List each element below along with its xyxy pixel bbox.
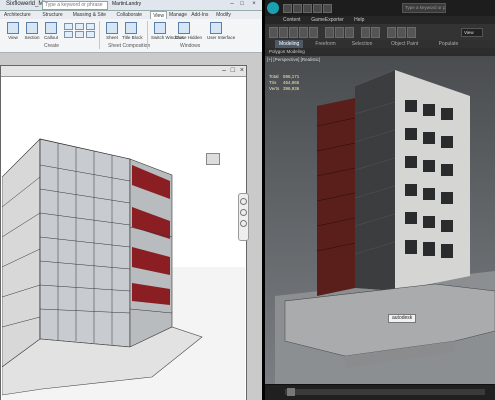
close-icon[interactable]: × [250,1,258,8]
right-tab-modeling[interactable]: Modeling [275,40,304,48]
menu-gameexporter[interactable]: GameExporter [311,16,344,24]
polygon-modeling-label[interactable]: Polygon Modeling [269,48,305,55]
user-interface-button[interactable]: User Interface [207,21,235,43]
orbit-icon[interactable] [240,220,247,227]
new-icon[interactable] [283,4,292,13]
close-hidden-icon [178,22,190,34]
angle-snap-icon[interactable] [335,27,344,38]
windows-panel-label: Windows [180,43,201,49]
left-tab-manage[interactable]: Manage [167,11,189,19]
switch-windows-button[interactable]: Switch Windows [151,21,184,43]
small-tool-icon[interactable] [75,23,84,30]
ribbon-separator [99,21,100,49]
revit-building-model[interactable] [2,77,245,400]
switch-windows-icon [154,22,166,34]
title-block-button[interactable]: Title Block [122,21,143,43]
right-tab-selection[interactable]: Selection [348,40,377,48]
navigation-bar[interactable] [238,193,249,241]
left-drawing-area: – □ × [0,53,262,400]
ribbon-sub-bar: Polygon Modeling [265,48,495,55]
viewport-label[interactable]: [+] [Perspective] [Realistic] [267,57,320,62]
sheet-icon [106,22,118,34]
left-tab-collaborate[interactable]: Collaborate [115,11,145,19]
section-icon [26,22,38,34]
mirror-icon[interactable] [361,27,370,38]
right-application-window: Type a keyword or phrase Content GameExpo… [265,0,495,400]
create-panel-label: Create [44,43,60,49]
snap-icon[interactable] [325,27,334,38]
right-title-bar: Type a keyword or phrase [265,0,495,16]
menu-help[interactable]: Help [354,16,364,24]
watermark-tooltip: autodesk [388,314,417,323]
right-search-input[interactable]: Type a keyword or phrase [402,3,446,13]
close-hidden-button[interactable]: Close Hidden [175,21,202,43]
right-tab-populate[interactable]: Populate [435,40,463,48]
left-tab-structure[interactable]: Structure [40,11,64,19]
view-maximize-icon[interactable]: □ [231,66,235,76]
redo-icon[interactable] [323,4,332,13]
right-ribbon-tabs: Modeling Freeform Selection Object Paint Pop… [265,40,495,48]
minimize-icon[interactable]: – [228,1,236,8]
render-icon[interactable] [407,27,416,38]
small-tool-icon[interactable] [64,23,73,30]
ribbon-separator [147,21,148,49]
undo-icon[interactable] [313,4,322,13]
left-application-window: Sixflowerld_Mi... Type a keyword or phra… [0,0,262,400]
callout-button[interactable]: Callout [42,21,60,43]
view-button[interactable]: View [4,21,22,43]
left-ribbon-panel: View Section Callout Create Sheet Title … [0,19,262,53]
left-title-bar: Sixflowerld_Mi... Type a keyword or phra… [0,0,262,11]
view-dropdown[interactable]: View [461,28,483,37]
menu-content[interactable]: Content [283,16,301,24]
view-close-icon[interactable]: × [240,66,244,76]
view-icon [7,22,19,34]
small-tool-icon[interactable] [86,31,95,38]
left-search-input[interactable]: Type a keyword or phrase [42,1,108,10]
right-tab-object-paint[interactable]: Object Paint [387,40,422,48]
small-tool-icon[interactable] [86,23,95,30]
time-slider-track[interactable] [285,389,485,395]
sheet-composition-panel-label: Sheet Composition [108,43,151,49]
material-editor-icon[interactable] [387,27,396,38]
scale-icon[interactable] [309,27,318,38]
small-tool-icon[interactable] [64,31,73,38]
viewport-statistics: Total 596,171 Tris 464,865 Verts 396,936 [269,74,300,92]
3dsmax-building-render[interactable] [265,56,495,384]
stat-row: Verts 396,936 [269,86,300,91]
left-tab-modify[interactable]: Modify [214,11,233,19]
view-minimize-icon[interactable]: – [222,66,226,76]
maximize-icon[interactable]: □ [238,1,246,8]
time-slider-handle[interactable] [287,388,295,396]
app-logo-icon[interactable] [267,2,279,14]
select-icon[interactable] [269,27,278,38]
title-block-icon [125,22,137,34]
left-tab-add-ins[interactable]: Add-Ins [189,11,210,19]
right-tab-freeform[interactable]: Freeform [311,40,339,48]
select-region-icon[interactable] [279,27,288,38]
rotate-icon[interactable] [299,27,308,38]
viewcube-icon[interactable] [206,153,220,165]
zoom-icon[interactable] [240,209,247,216]
callout-icon [45,22,57,34]
steering-wheel-icon[interactable] [240,198,247,205]
user-interface-icon [210,22,222,34]
save-icon[interactable] [303,4,312,13]
percent-snap-icon[interactable] [345,27,354,38]
right-menu-bar: Content GameExporter Help [265,16,495,24]
timeline-bar [265,384,495,400]
sheet-button[interactable]: Sheet [103,21,121,43]
user-name[interactable]: MartinLandry [112,1,141,7]
main-toolbar: View [265,24,495,41]
align-icon[interactable] [371,27,380,38]
move-icon[interactable] [289,27,298,38]
3d-view-window[interactable]: – □ × [0,65,247,400]
perspective-viewport[interactable]: [+] [Perspective] [Realistic] Total 596,1… [265,56,495,384]
render-setup-icon[interactable] [397,27,406,38]
small-tool-icon[interactable] [75,31,84,38]
view-window-titlebar: – □ × [1,66,246,77]
section-button[interactable]: Section [23,21,41,43]
left-tab-massing-site[interactable]: Massing & Site [71,11,108,19]
open-icon[interactable] [293,4,302,13]
left-tab-architecture[interactable]: Architecture [2,11,33,19]
